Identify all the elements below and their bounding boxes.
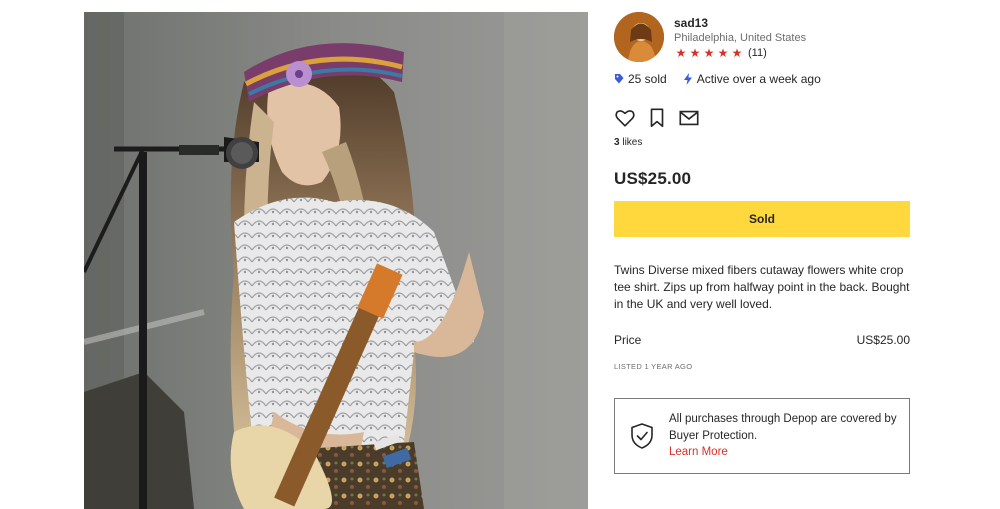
price-row: Price US$25.00 — [614, 333, 910, 347]
listing-details: sad13 Philadelphia, United States ★ ★ ★ … — [614, 12, 910, 474]
envelope-icon — [679, 110, 699, 126]
price-row-label: Price — [614, 333, 642, 347]
likes-number: 3 — [614, 137, 620, 148]
seller-username[interactable]: sad13 — [674, 16, 806, 30]
price-row-value: US$25.00 — [856, 333, 910, 347]
listed-date: LISTED 1 YEAR AGO — [614, 362, 693, 371]
star-icon: ★ — [703, 45, 715, 60]
tag-icon — [615, 74, 624, 84]
seller-stats: 25 sold Active over a week ago — [614, 71, 910, 87]
heart-icon — [615, 110, 635, 127]
seller-location: Philadelphia, United States — [674, 32, 807, 44]
sold-count: 25 sold — [614, 72, 667, 86]
bookmark-icon — [650, 108, 664, 128]
learn-more-link[interactable]: Learn More — [669, 444, 728, 461]
sold-count-label: 25 sold — [628, 72, 667, 86]
rating-stars: ★ ★ ★ ★ ★ — [674, 45, 744, 60]
seller-rating[interactable]: ★ ★ ★ ★ ★ (11) — [674, 46, 806, 60]
buyer-protection-box: All purchases through Depop are covered … — [614, 398, 910, 474]
seller-header: sad13 Philadelphia, United States ★ ★ ★ … — [614, 12, 910, 62]
star-icon: ★ — [717, 45, 729, 60]
buyer-protection-text: All purchases through Depop are covered … — [669, 411, 899, 461]
activity-status-label: Active over a week ago — [696, 72, 821, 86]
star-icon: ★ — [731, 45, 743, 60]
shield-check-icon — [629, 422, 655, 450]
product-photo[interactable] — [84, 12, 588, 509]
item-description: Twins Diverse mixed fibers cutaway flowe… — [614, 263, 910, 311]
protection-message: All purchases through Depop are covered … — [669, 413, 897, 442]
review-count: (11) — [748, 47, 767, 59]
sold-button[interactable]: Sold — [614, 201, 910, 237]
likes-count[interactable]: 3 likes — [614, 137, 910, 149]
star-icon: ★ — [689, 45, 701, 60]
likes-label: likes — [622, 137, 643, 148]
product-image — [84, 12, 588, 509]
save-button[interactable] — [646, 107, 668, 129]
like-button[interactable] — [614, 107, 636, 129]
listing-actions — [614, 107, 910, 129]
seller-info: sad13 Philadelphia, United States ★ ★ ★ … — [674, 12, 806, 60]
listing-price: US$25.00 — [614, 169, 692, 188]
seller-avatar[interactable] — [614, 12, 664, 62]
avatar-image — [614, 12, 664, 62]
share-button[interactable] — [678, 107, 700, 129]
star-icon: ★ — [675, 45, 687, 60]
lightning-icon — [683, 73, 692, 85]
activity-status: Active over a week ago — [683, 72, 821, 86]
